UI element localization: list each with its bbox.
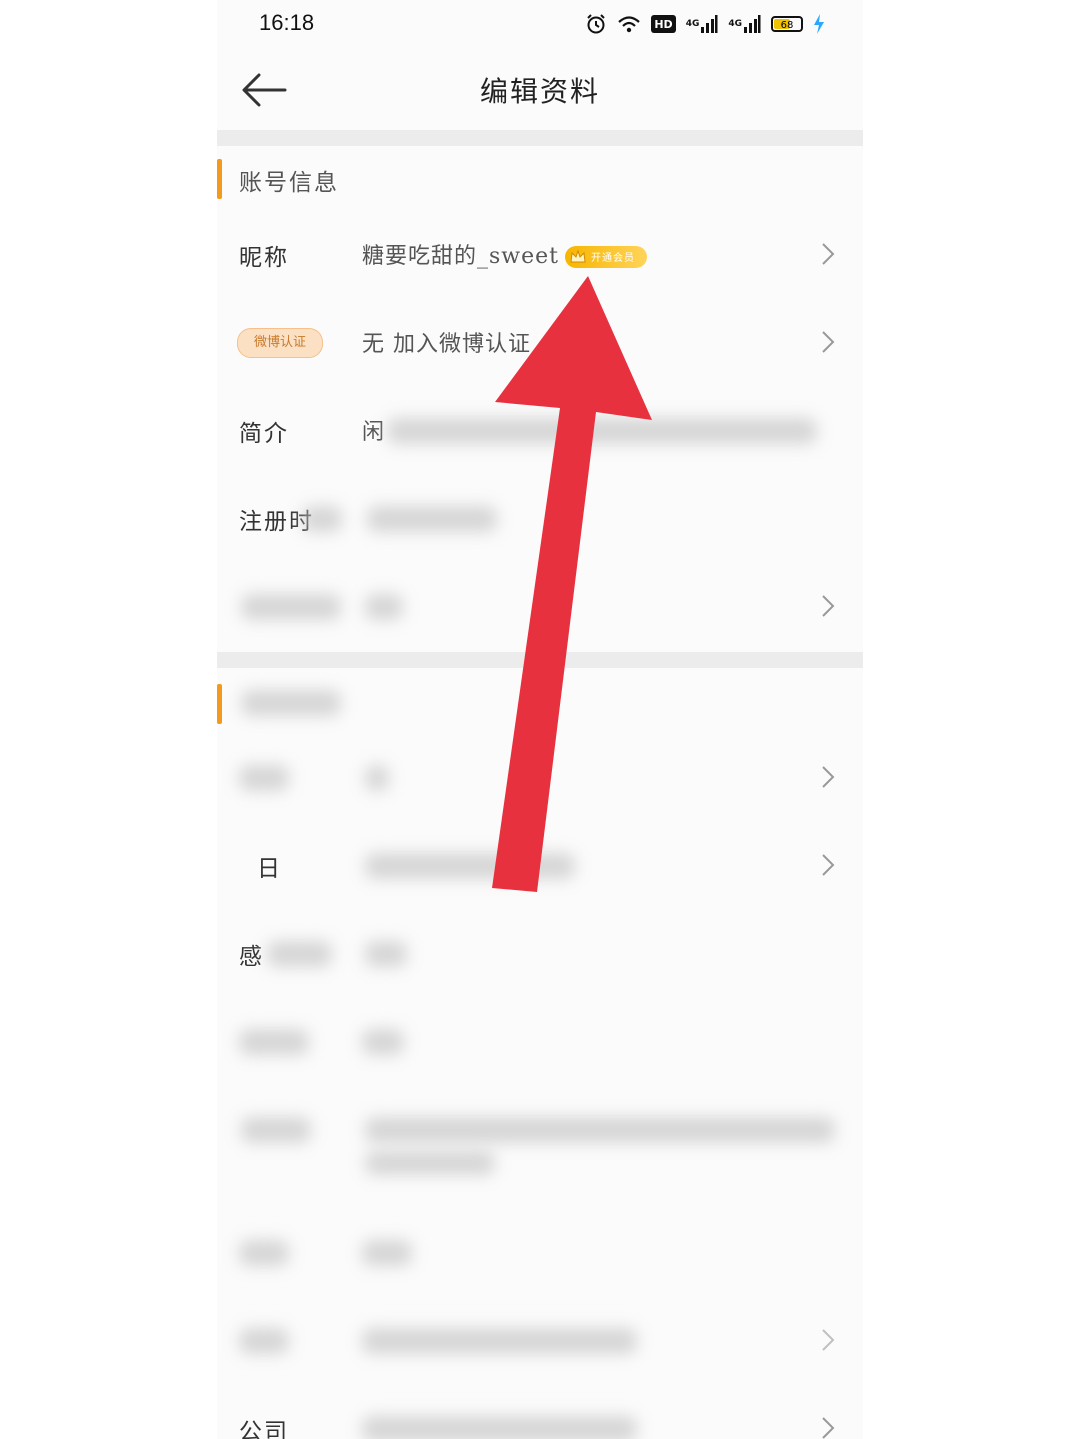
page-title: 编辑资料 — [479, 75, 600, 108]
signal-icon: 4G — [728, 13, 761, 35]
network-type-label: 4G — [728, 19, 742, 29]
row-label: 简介 — [239, 421, 289, 447]
section-accent-bar — [217, 684, 222, 724]
blurred-content — [241, 594, 341, 620]
intro-value: 闲 — [362, 420, 386, 445]
row-birthday[interactable]: 日 — [217, 823, 863, 911]
row-nickname[interactable]: 昵称 糖要吃甜的_sweet 开通会员 — [217, 212, 863, 300]
blurred-content — [302, 506, 342, 532]
status-bar: 16:18 HD 4G 4G 68 — [217, 0, 863, 52]
blurred-content — [239, 1029, 309, 1055]
crown-icon — [570, 249, 586, 263]
nickname-value: 糖要吃甜的_sweet 开通会员 — [362, 238, 648, 270]
chevron-right-icon — [822, 1417, 835, 1439]
blurred-content — [365, 941, 407, 967]
blurred-content — [241, 690, 341, 716]
blurred-content — [362, 1029, 404, 1055]
section-divider — [217, 652, 863, 668]
signal-icon: 4G — [686, 13, 719, 35]
blurred-content — [367, 506, 497, 532]
blurred-content — [365, 853, 575, 879]
chevron-right-icon — [822, 766, 835, 788]
hd-icon: HD — [651, 15, 676, 33]
alarm-icon — [585, 13, 607, 35]
blurred-content — [362, 1240, 412, 1266]
section-title-personal — [217, 680, 863, 728]
row-label: 昵称 — [239, 245, 289, 271]
network-type-label: 4G — [685, 19, 700, 29]
header: 编辑资料 — [217, 52, 863, 130]
row-verification[interactable]: 微博认证 无 加入微博认证 — [217, 300, 863, 388]
row-intro[interactable]: 简介 闲 — [217, 388, 863, 476]
row-blurred[interactable] — [217, 1210, 863, 1298]
row-blurred[interactable] — [217, 735, 863, 823]
blurred-content — [241, 1117, 311, 1143]
status-icons: HD 4G 4G 68 — [585, 13, 825, 35]
vip-badge[interactable]: 开通会员 — [565, 246, 648, 268]
blurred-content — [365, 1151, 495, 1175]
battery-icon: 68 — [771, 16, 803, 32]
screen: 16:18 HD 4G 4G 68 编辑资料 账号信息 昵称 糖要吃甜的_swe… — [217, 0, 863, 1439]
section-title-account: 账号信息 — [217, 155, 863, 203]
section-accent-bar — [217, 159, 222, 199]
chevron-right-icon — [822, 854, 835, 876]
blurred-content — [267, 941, 332, 967]
row-blurred[interactable] — [217, 564, 863, 652]
blurred-content — [362, 1416, 637, 1439]
vip-badge-label: 开通会员 — [591, 253, 636, 264]
blurred-content — [387, 418, 817, 444]
row-blurred[interactable] — [217, 1087, 863, 1207]
row-label: 公司 — [239, 1419, 289, 1439]
row-relationship[interactable]: 感 — [217, 911, 863, 999]
blurred-content — [365, 1117, 835, 1143]
row-register-time: 注册时 — [217, 476, 863, 564]
verify-badge: 微博认证 — [237, 328, 323, 358]
row-blurred[interactable] — [217, 1298, 863, 1386]
row-company[interactable]: 公司 — [217, 1386, 863, 1439]
chevron-right-icon — [822, 595, 835, 617]
status-time: 16:18 — [259, 10, 315, 35]
blurred-content — [239, 1240, 289, 1266]
blurred-content — [239, 1328, 289, 1354]
blurred-content — [239, 765, 289, 791]
blurred-content — [362, 1328, 637, 1354]
chevron-right-icon — [822, 331, 835, 353]
charging-icon — [813, 13, 825, 35]
section-divider — [217, 130, 863, 146]
battery-level: 68 — [780, 20, 794, 31]
chevron-right-icon — [822, 1329, 835, 1351]
chevron-right-icon — [822, 243, 835, 265]
blurred-content — [365, 594, 403, 620]
verification-value: 无 加入微博认证 — [362, 332, 531, 357]
wifi-icon — [617, 13, 641, 35]
nickname-text: 糖要吃甜的_sweet — [362, 244, 560, 269]
row-label: 感 — [239, 944, 264, 970]
row-label: 日 — [257, 856, 282, 882]
section-label: 账号信息 — [239, 170, 339, 196]
row-blurred[interactable] — [217, 999, 863, 1087]
blurred-content — [365, 765, 389, 791]
